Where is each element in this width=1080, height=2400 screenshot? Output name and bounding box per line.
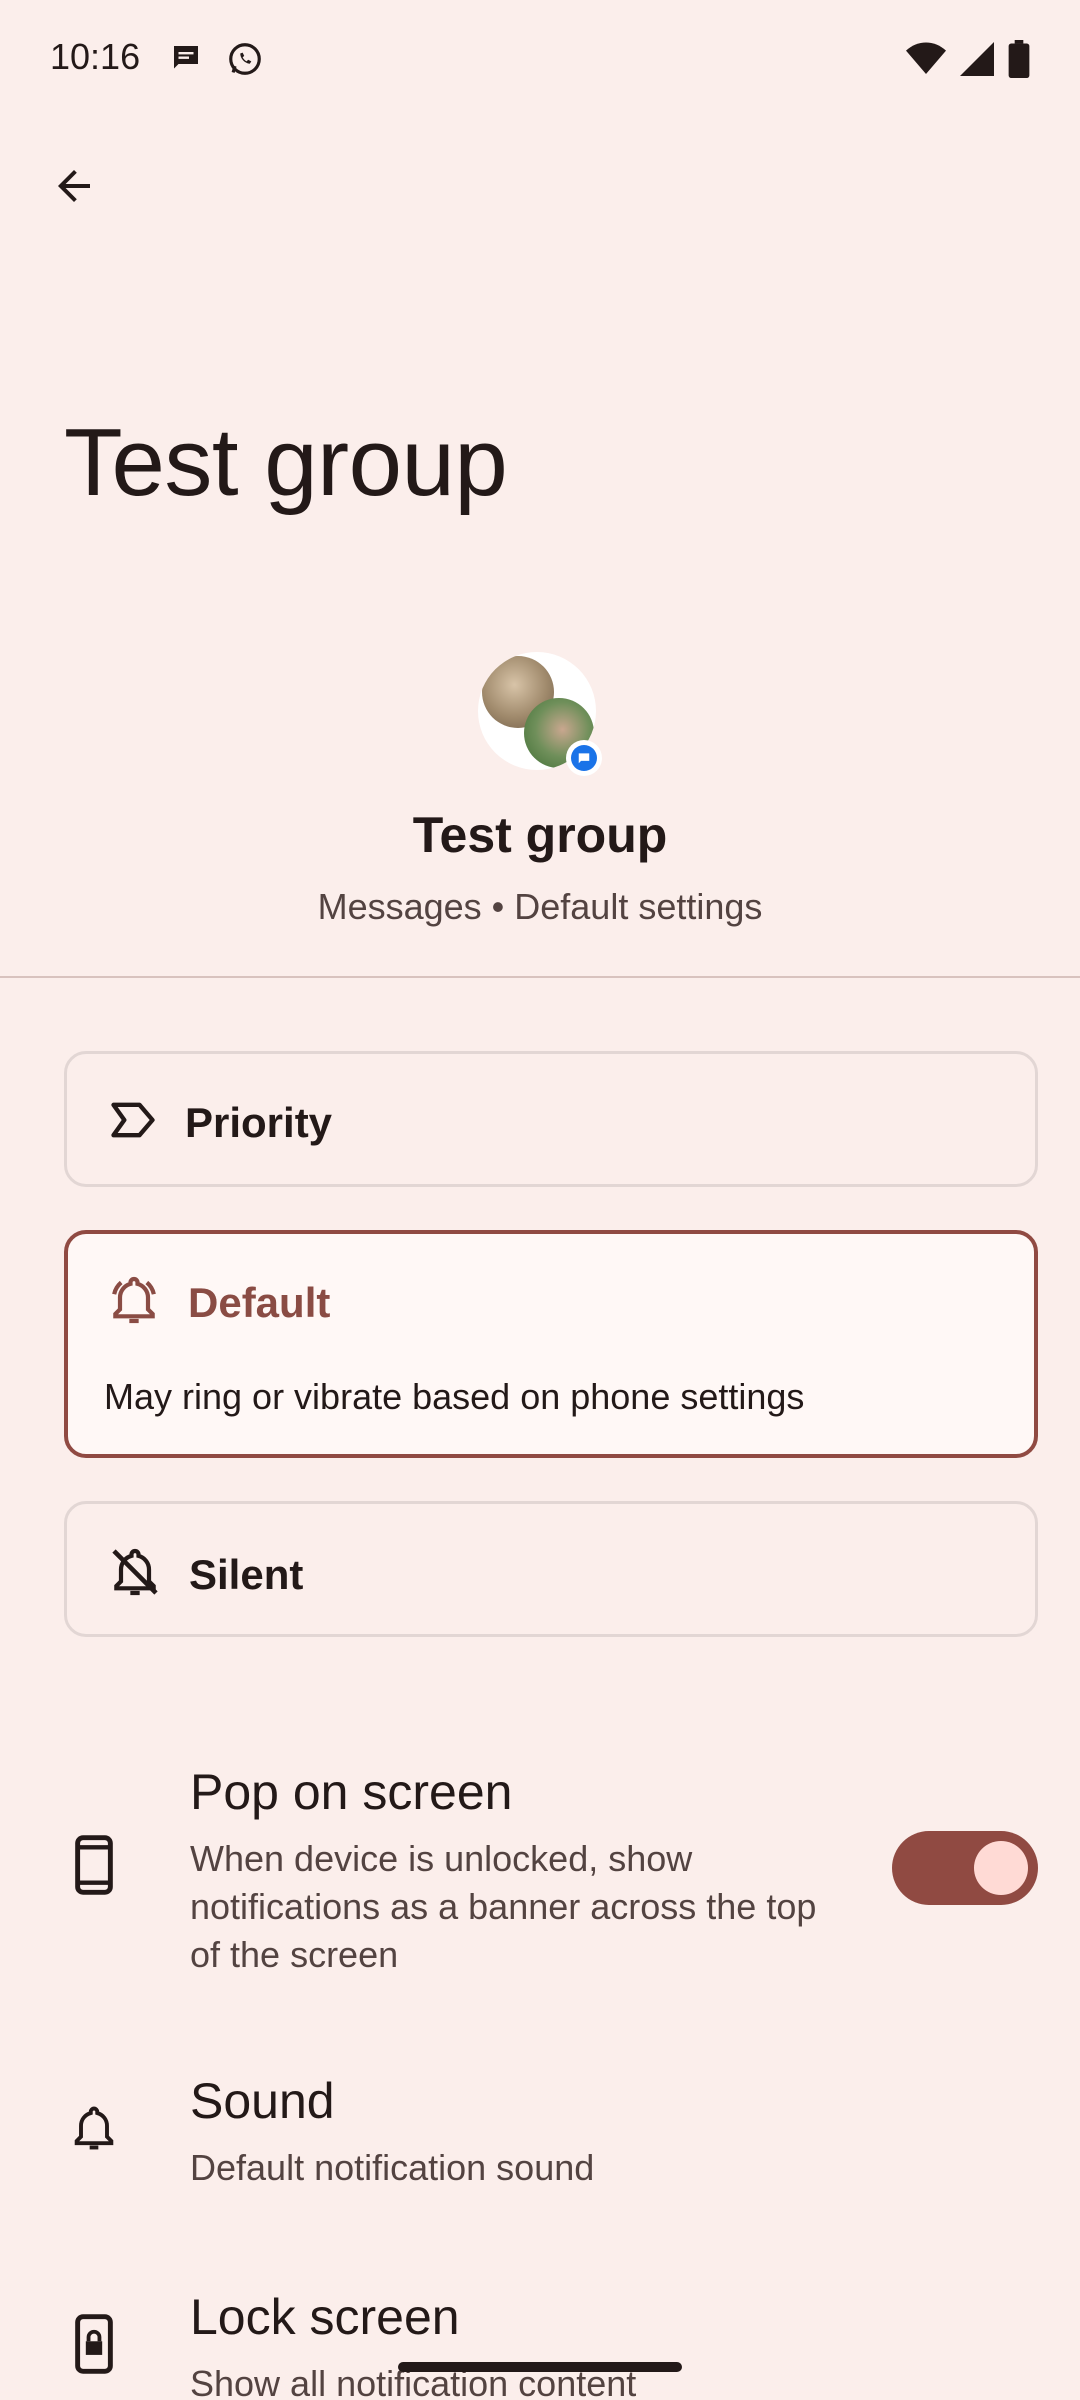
phone-icon xyxy=(64,1835,124,1895)
signal-icon xyxy=(960,41,994,82)
summary-line: notifications as a banner across the top xyxy=(190,1886,817,1927)
setting-summary: When device is unlocked, show notificati… xyxy=(190,1835,816,1979)
messages-app-badge-icon xyxy=(566,740,602,776)
lock-phone-icon xyxy=(64,2314,124,2374)
bell-icon xyxy=(64,2098,124,2158)
status-bar: 10:16 xyxy=(0,0,1080,120)
pop-on-screen-toggle[interactable] xyxy=(892,1831,1038,1905)
back-button[interactable] xyxy=(36,150,112,226)
setting-title: Lock screen xyxy=(190,2289,460,2345)
sound-setting[interactable]: Sound Default notification sound xyxy=(0,2066,1080,2206)
priority-option[interactable]: Priority xyxy=(64,1051,1038,1187)
group-avatar xyxy=(478,652,602,776)
setting-title: Sound xyxy=(190,2073,335,2129)
setting-summary: Default notification sound xyxy=(190,2144,594,2192)
gesture-nav-handle[interactable] xyxy=(398,2362,682,2372)
summary-line: of the screen xyxy=(190,1934,399,1975)
default-description: May ring or vibrate based on phone setti… xyxy=(104,1376,805,1417)
silent-option[interactable]: Silent xyxy=(64,1501,1038,1637)
bell-ringing-icon xyxy=(106,1272,162,1333)
page-title: Test group xyxy=(64,409,508,516)
conversation-name: Test group xyxy=(412,807,668,863)
wifi-icon xyxy=(906,41,946,82)
priority-icon xyxy=(107,1094,159,1151)
pop-on-screen-setting[interactable]: Pop on screen When device is unlocked, s… xyxy=(0,1755,1080,1985)
setting-title: Pop on screen xyxy=(190,1764,513,1820)
conversation-subtitle: Messages • Default settings xyxy=(317,886,763,927)
arrow-back-icon xyxy=(50,162,98,215)
summary-line: Default notification sound xyxy=(190,2147,595,2188)
default-option[interactable]: Default May ring or vibrate based on pho… xyxy=(64,1230,1038,1458)
whatsapp-icon xyxy=(226,40,264,83)
notification-settings-page: 10:16 Test group Test group Messages • D… xyxy=(0,0,1080,2400)
lock-screen-setting[interactable]: Lock screen Show all notification conten… xyxy=(0,2282,1080,2400)
silent-label: Silent xyxy=(189,1550,304,1598)
priority-label: Priority xyxy=(185,1098,333,1146)
status-time: 10:16 xyxy=(50,36,141,77)
default-label: Default xyxy=(188,1278,331,1326)
bell-off-icon xyxy=(107,1544,163,1605)
messages-icon xyxy=(168,40,204,81)
battery-icon xyxy=(1008,40,1030,83)
summary-line: When device is unlocked, show xyxy=(190,1838,693,1879)
divider xyxy=(0,976,1080,978)
toggle-thumb xyxy=(974,1841,1028,1895)
